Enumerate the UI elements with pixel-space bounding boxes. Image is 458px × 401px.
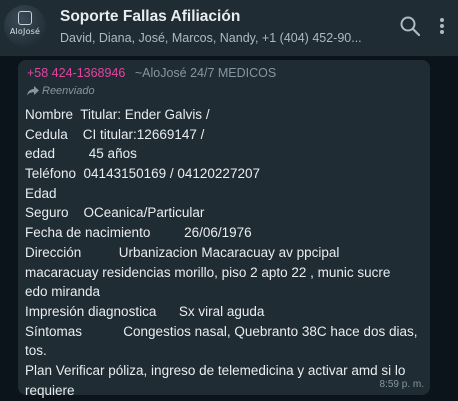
message-text: Nombre Titular: Ender Galvis / Cedula CI… (25, 105, 425, 400)
forwarded-text: Reenviado (42, 85, 95, 97)
message-line: tos. (25, 343, 47, 359)
message-line: edad 45 años (25, 146, 137, 162)
sender-name: ~AloJosé 24/7 MEDICOS (134, 66, 277, 80)
message-line: Cedula CI titular:12669147 / (25, 126, 205, 142)
logo-mark (18, 11, 32, 25)
chat-title[interactable]: Soporte Fallas Afiliación (60, 8, 240, 26)
avatar-logo-text: AloJosé (9, 27, 41, 36)
message-line: Plan Verificar póliza, ingreso de teleme… (25, 362, 406, 378)
chat-area[interactable]: +58 424-1368946 ~AloJosé 24/7 MEDICOS Re… (0, 56, 458, 401)
message-line: requiere (25, 382, 75, 398)
chat-members[interactable]: David, Diana, José, Marcos, Nandy, +1 (4… (60, 31, 370, 45)
search-icon[interactable] (398, 14, 422, 38)
chat-header[interactable]: AloJosé Soporte Fallas Afiliación David,… (0, 0, 458, 56)
sender-phone[interactable]: +58 424-1368946 (27, 66, 125, 80)
more-vertical-icon[interactable] (436, 14, 448, 38)
forwarded-label: Reenviado (27, 85, 95, 97)
message-line: Dirección Urbanizacion Macaracuay av ppc… (25, 244, 340, 260)
message-bubble[interactable]: +58 424-1368946 ~AloJosé 24/7 MEDICOS Re… (18, 60, 430, 398)
message-line: macaracuay residencias morillo, piso 2 a… (25, 264, 391, 280)
message-line: Fecha de nacimiento 26/06/1976 (25, 225, 252, 241)
message-line: Impresión diagnostica Sx viral aguda (25, 303, 265, 319)
message-line: Síntomas Congestios nasal, Quebranto 38C… (25, 323, 418, 339)
group-avatar[interactable]: AloJosé (4, 5, 46, 47)
message-line: Teléfono 04143150169 / 04120227207 (25, 166, 260, 182)
message-line: Edad (25, 185, 57, 201)
message-time: 8:59 p. m. (379, 379, 424, 390)
message-sender: +58 424-1368946 ~AloJosé 24/7 MEDICOS (27, 66, 276, 80)
message-line: Seguro OCeanica/Particular (25, 205, 205, 221)
message-line: Nombre Titular: Ender Galvis / (25, 107, 210, 122)
forward-arrow-icon (27, 86, 39, 96)
message-line: edo miranda (25, 284, 101, 300)
